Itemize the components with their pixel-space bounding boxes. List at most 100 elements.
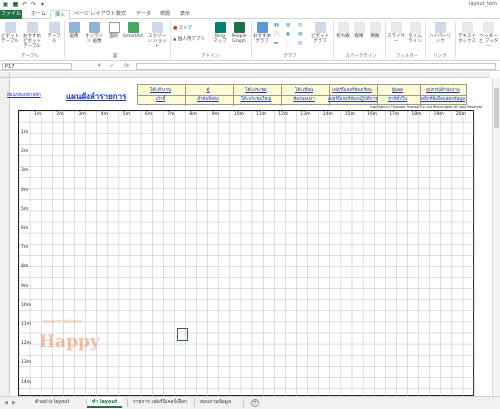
recommended-pivot-button[interactable]: おすすめ ピボットテーブル [21, 22, 43, 49]
enter-icon[interactable]: ✓ [110, 63, 115, 69]
pivot-chart-button[interactable]: ピボットグラフ [309, 22, 331, 44]
column-chart-icon[interactable]: ▮▮ [274, 23, 279, 28]
sparkline-column-icon [353, 22, 365, 33]
category-link[interactable]: หาที่ตั้งใน [376, 95, 419, 102]
smartart-icon [127, 22, 139, 33]
slicer-button[interactable]: スライサー [387, 22, 405, 44]
column-header[interactable] [10, 72, 490, 78]
hyperlink-button[interactable]: ハイパーリンク [427, 22, 453, 44]
insert-function-icon[interactable]: fx [124, 63, 129, 69]
row-header[interactable] [0, 78, 10, 396]
bing-maps-icon [214, 22, 226, 33]
category-link[interactable]: โต๊ะประชุม [232, 86, 280, 93]
name-box[interactable]: P17 [2, 63, 72, 70]
table-button[interactable]: テーブル [46, 22, 62, 44]
statistic-chart-icon[interactable]: ▩ [298, 32, 302, 37]
ribbon-tab-bar: ファイル ホーム 挿入 ページ レイアウト 数式 データ 校閲 表示 [0, 10, 500, 20]
category-link[interactable]: ลำดับสิ่งต่อ [184, 95, 232, 102]
pivot-chart-icon [314, 22, 326, 33]
customize-quick-access-icon[interactable]: ▾ [39, 1, 46, 8]
meter-row-label: 8m [21, 264, 29, 270]
my-apps-icon: ▲ [173, 37, 177, 42]
screenshot-button[interactable]: スクリーン ショット [146, 22, 168, 49]
scatter-chart-icon[interactable]: ⁘ [286, 41, 290, 46]
online-picture-button[interactable]: オンライン 画像 [83, 22, 105, 44]
meter-row-label: 2m [21, 149, 29, 155]
back-to-main-link[interactable]: ย้อนกลับหน้าหลัก [7, 91, 41, 98]
meter-column-label: 13m [300, 112, 311, 117]
recommended-charts-button[interactable]: おすすめ グラフ [253, 22, 271, 44]
textbox-button[interactable]: テキスト ボックス [457, 22, 477, 44]
group-label-addins: アドイン [201, 54, 219, 59]
category-link[interactable]: เฟอร์นิเจอร์ห้องเรียน [328, 86, 376, 93]
sparkline-column-button[interactable]: 縦棒 [352, 22, 366, 39]
excel-logo-icon: ▣ [2, 1, 9, 8]
pivot-table-button[interactable]: ピボット テーブル [1, 22, 19, 44]
tab-file[interactable]: ファイル [0, 10, 22, 19]
prev-sheet-icon[interactable]: ◀ [4, 400, 8, 406]
vertical-scrollbar[interactable] [492, 78, 500, 396]
line-chart-icon[interactable]: ╱╲ [274, 32, 279, 37]
category-link[interactable]: ห้องนอนงา [280, 95, 328, 102]
tab-separator [243, 399, 244, 407]
header-footer-button[interactable]: ヘッダーと フッター [478, 22, 499, 49]
bar-chart-icon[interactable]: ▬ [274, 41, 278, 46]
meter-column-label: 15m [344, 112, 355, 117]
category-link[interactable]: เฟอร์นิเจอร์ห้องปฏิบัติการ [328, 95, 377, 102]
tab-review[interactable]: 校閲 [156, 10, 174, 19]
meter-row-label: 14m [21, 379, 32, 385]
recommended-pivot-icon [26, 22, 38, 33]
add-sheet-icon[interactable]: + [251, 399, 259, 407]
sheet-tab-inquiry[interactable]: สอบถามข้อมูล [195, 397, 236, 408]
pie-chart-icon[interactable]: ● [286, 32, 290, 37]
timeline-button[interactable]: タイム ライン [407, 22, 423, 44]
sparkline-line-button[interactable]: 折れ線 [336, 22, 350, 39]
category-link[interactable]: โต๊ะประชุมใหญ่ [232, 95, 280, 102]
shapes-button[interactable]: 図形 [107, 22, 121, 39]
combo-chart-icon[interactable]: ▤ [298, 41, 302, 46]
my-apps-button[interactable]: ▲ 個人用アプリ [173, 36, 205, 42]
meter-row-label: 6m [21, 226, 29, 231]
hierarchy-chart-icon[interactable]: ▦ [286, 23, 290, 28]
save-icon[interactable]: ■ [12, 1, 19, 8]
meter-column-label: 19m [433, 112, 444, 117]
meter-row-label: 7m [21, 245, 29, 251]
cancel-icon[interactable]: ✕ [97, 63, 102, 69]
category-link[interactable]: อุปกรณ์สำนักงาน [419, 86, 467, 93]
store-button[interactable]: ■ ストア [173, 25, 192, 31]
selected-cell[interactable] [177, 328, 188, 341]
formula-input[interactable] [136, 63, 496, 70]
tab-home[interactable]: ホーム [27, 10, 50, 19]
scrollbar-thumb[interactable] [494, 88, 499, 128]
meter-column-label: 4m [100, 112, 108, 117]
picture-button[interactable]: 画像 [67, 22, 81, 39]
undo-icon[interactable]: ↶ [21, 1, 28, 8]
redo-icon[interactable]: ↷ [30, 1, 37, 8]
sheet-tab-make-layout[interactable]: ทำ layout [87, 397, 123, 408]
worksheet[interactable]: ย้อนกลับหน้าหลัก แผนผังลำรายการ โต๊ะทำงา… [0, 72, 500, 397]
bing-maps-button[interactable]: Bing マップ [213, 22, 227, 44]
meter-row-label: 1m [21, 130, 29, 135]
tab-data[interactable]: データ [132, 10, 155, 19]
tab-formulas[interactable]: 数式 [112, 10, 130, 19]
sheet-tab-example[interactable]: ตัวอย่าง layout [30, 397, 74, 408]
sparkline-winloss-button[interactable]: 勝敗 [368, 22, 382, 39]
category-link[interactable]: โต๊ะทำงาน [137, 86, 184, 93]
smartart-button[interactable]: SmartArt [122, 22, 144, 39]
meter-column-label: 5m [122, 112, 131, 117]
group-label-tables: テーブル [21, 54, 39, 59]
waterfall-chart-icon[interactable]: ▥ [298, 23, 302, 28]
category-link[interactable]: ตู้ [184, 86, 232, 93]
group-separator [455, 21, 456, 59]
next-sheet-icon[interactable]: ▶ [12, 400, 16, 406]
category-link[interactable]: โต๊ะเขียน [280, 86, 328, 93]
hyperlink-icon [434, 22, 446, 33]
category-link[interactable]: คลิกที่นี่เพื่อแสดงข้อมูล [419, 95, 467, 102]
sheet-tab-furniture-list[interactable]: รายการ เฟอร์นิเจอร์เลือก [128, 397, 192, 408]
meter-row-label: 11m [21, 322, 32, 327]
people-graph-button[interactable]: People Graph [229, 22, 249, 44]
group-separator [170, 21, 171, 59]
category-link[interactable]: ผู้บอด [376, 86, 419, 93]
tab-view[interactable]: 表示 [176, 10, 194, 19]
category-link[interactable]: เก้าอี้ [137, 95, 184, 102]
